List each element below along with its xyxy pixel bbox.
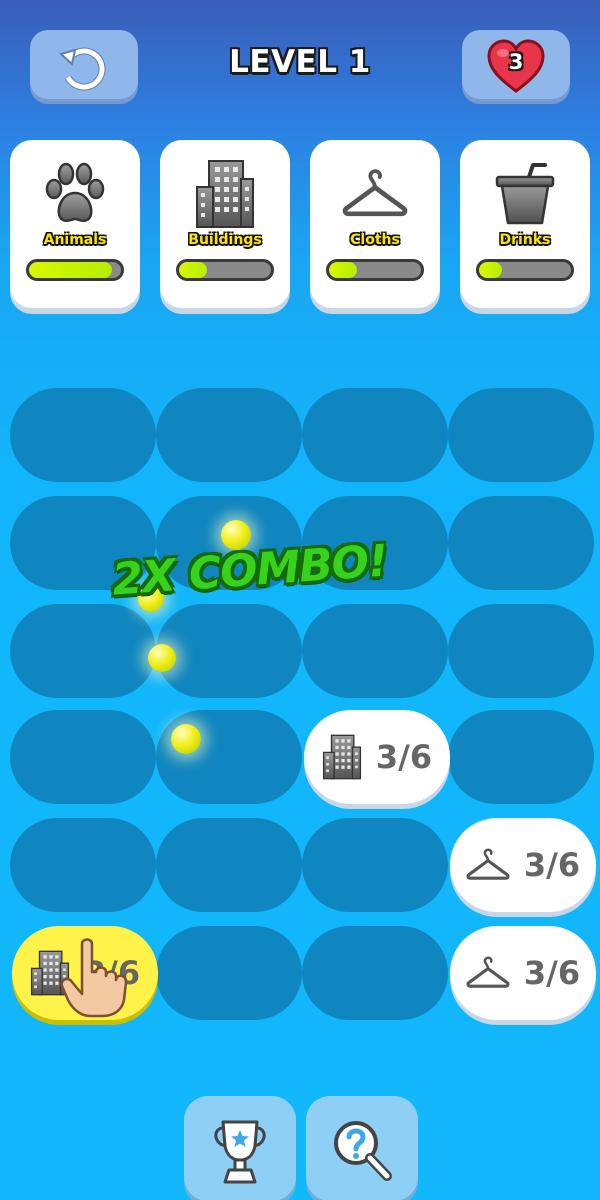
sparkle-orb <box>148 644 176 672</box>
category-card-cloths: Cloths <box>310 140 440 308</box>
lives-count: 3 <box>508 50 524 74</box>
empty-slot[interactable] <box>10 710 156 804</box>
empty-slot[interactable] <box>156 926 302 1020</box>
category-progress-bar <box>476 259 574 281</box>
empty-slot[interactable] <box>448 604 594 698</box>
category-progress-bar <box>326 259 424 281</box>
magnifier-question-icon <box>334 1121 392 1181</box>
trophy-button[interactable] <box>184 1096 296 1200</box>
restart-button[interactable] <box>30 30 138 104</box>
category-label: Buildings <box>188 232 262 248</box>
sparkle-orb <box>171 724 201 754</box>
empty-slot[interactable] <box>302 604 448 698</box>
lives-button[interactable]: 3 <box>462 30 570 104</box>
paw-icon <box>45 162 105 222</box>
category-card-buildings: Buildings <box>160 140 290 308</box>
tile-count: 3/6 <box>523 954 581 992</box>
category-label: Cloths <box>350 232 400 248</box>
category-progress-bar <box>176 259 274 281</box>
hint-button[interactable] <box>306 1096 418 1200</box>
item-tile[interactable]: 3/6 <box>450 818 596 912</box>
empty-slot[interactable] <box>302 388 448 482</box>
hanger-icon <box>466 956 510 990</box>
empty-slot[interactable] <box>302 926 448 1020</box>
empty-slot[interactable] <box>302 818 448 912</box>
level-title: LEVEL 1 <box>229 44 371 80</box>
empty-slot[interactable] <box>10 388 156 482</box>
tile-count: 3/6 <box>523 846 581 884</box>
empty-slot[interactable] <box>156 604 302 698</box>
empty-slot[interactable] <box>10 818 156 912</box>
restart-icon <box>58 47 106 91</box>
category-progress-bar <box>26 259 124 281</box>
category-card-animals: Animals <box>10 140 140 308</box>
item-tile[interactable]: 3/6 <box>450 926 596 1020</box>
empty-slot[interactable] <box>448 710 594 804</box>
category-label: Drinks <box>499 232 551 248</box>
item-tile[interactable]: 3/6 <box>304 710 450 804</box>
empty-slot[interactable] <box>448 388 594 482</box>
building-icon <box>322 734 362 780</box>
trophy-icon <box>214 1120 266 1184</box>
building-icon <box>195 159 255 229</box>
lives-indicator: 3 <box>486 39 546 95</box>
cup-icon <box>495 163 555 225</box>
category-card-drinks: Drinks <box>460 140 590 308</box>
empty-slot[interactable] <box>156 818 302 912</box>
empty-slot[interactable] <box>448 496 594 590</box>
tile-count: 3/6 <box>375 738 433 776</box>
empty-slot[interactable] <box>156 710 302 804</box>
progress-fill <box>479 262 502 278</box>
empty-slot[interactable] <box>10 604 156 698</box>
hanger-icon <box>466 848 510 882</box>
hanger-icon <box>342 168 408 220</box>
empty-slot[interactable] <box>156 388 302 482</box>
category-label: Animals <box>43 232 107 248</box>
progress-fill <box>329 262 357 278</box>
progress-fill <box>29 262 112 278</box>
pointing-hand-icon <box>60 938 128 1018</box>
progress-fill <box>179 262 207 278</box>
